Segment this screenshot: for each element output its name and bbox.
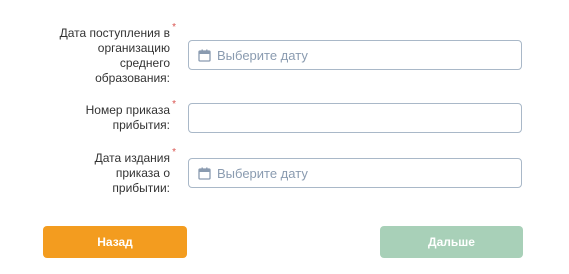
calendar-icon	[198, 167, 211, 180]
order-number-label: Номер приказа прибытия: *	[70, 100, 176, 133]
order-number-label-text: Номер приказа прибытия:	[85, 103, 170, 132]
order-date-placeholder: Выберите дату	[217, 165, 308, 181]
admission-date-placeholder: Выберите дату	[217, 47, 308, 63]
order-date-picker[interactable]: Выберите дату	[188, 158, 522, 188]
order-date-label: Дата издания приказа о прибытии: *	[80, 148, 176, 196]
admission-date-label-text: Дата поступления в организацию среднего …	[59, 26, 170, 85]
back-button[interactable]: Назад	[43, 226, 187, 258]
next-button[interactable]: Дальше	[380, 226, 523, 258]
required-asterisk: *	[172, 99, 176, 110]
admission-date-picker[interactable]: Выберите дату	[188, 40, 522, 70]
order-date-label-text: Дата издания приказа о прибытии:	[94, 151, 170, 195]
required-asterisk: *	[172, 22, 176, 33]
calendar-icon	[198, 49, 211, 62]
order-number-input[interactable]	[188, 103, 522, 133]
required-asterisk: *	[172, 147, 176, 158]
admission-date-label: Дата поступления в организацию среднего …	[50, 23, 176, 86]
